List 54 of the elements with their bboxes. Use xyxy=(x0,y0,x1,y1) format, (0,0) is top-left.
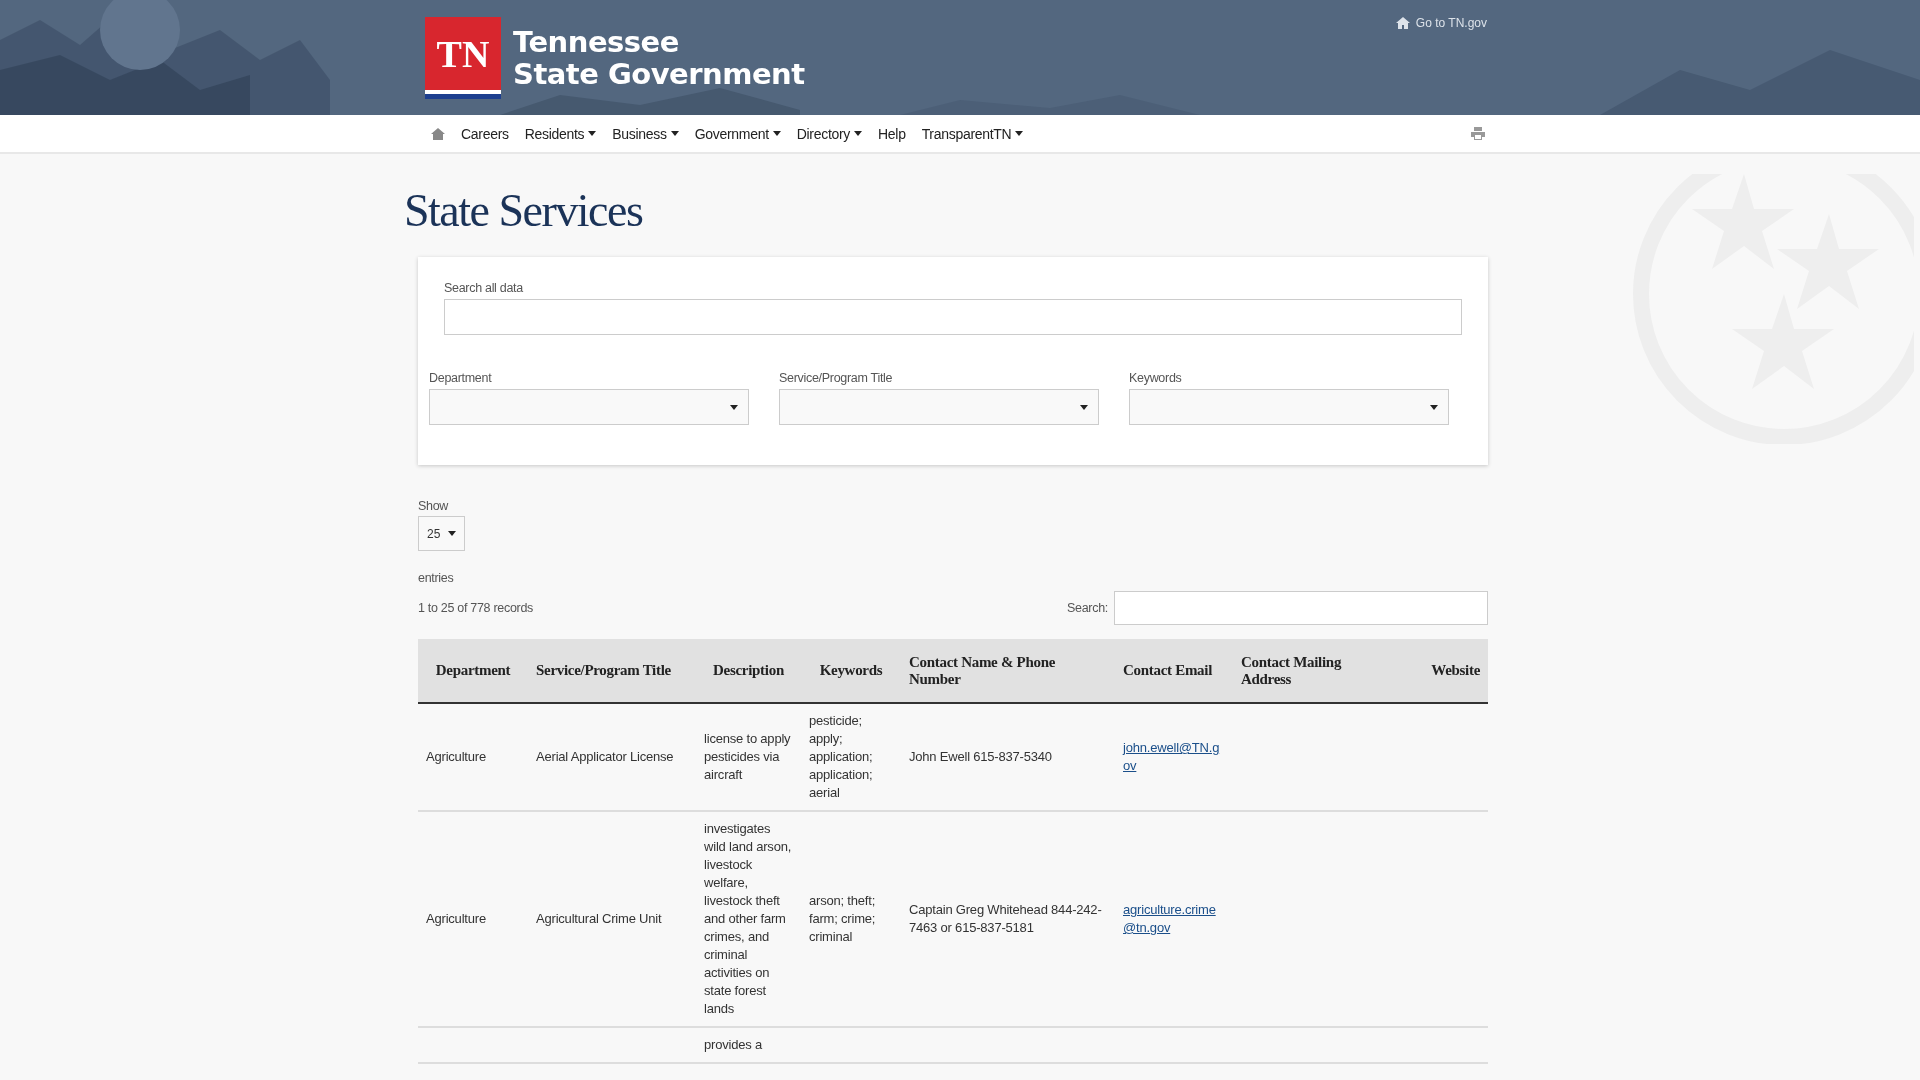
entries-label: entries xyxy=(418,571,455,585)
nav-item[interactable]: TransparentTN xyxy=(921,125,1024,142)
caret-icon xyxy=(1080,404,1088,410)
nav-item[interactable]: Government xyxy=(694,125,781,142)
dropdown[interactable] xyxy=(779,389,1099,425)
search-field[interactable] xyxy=(444,299,1462,335)
dropdown[interactable] xyxy=(429,389,749,425)
field-label: Keywords xyxy=(1129,371,1183,385)
table-cell: provides a xyxy=(696,1027,801,1063)
page-title: State Services xyxy=(404,184,644,237)
column-header[interactable]: Contact Mailing Address xyxy=(1233,639,1393,703)
table-cell: pesticide; apply; application; application; aerial xyxy=(801,703,901,811)
home-icon xyxy=(1395,17,1410,29)
table-search-field[interactable] xyxy=(1114,591,1488,625)
table-cell: investigates wild land arson, livestock welfare, livestock theft and other farm crimes, and criminal activities on state forest lands xyxy=(696,811,801,1027)
search-label: Search: xyxy=(1067,601,1108,615)
table-cell: Agriculture xyxy=(418,703,528,811)
home-icon[interactable] xyxy=(431,127,445,140)
table-cell: license to apply pesticides via aircraft xyxy=(696,703,801,811)
caret-icon xyxy=(1430,404,1438,410)
dropdown[interactable] xyxy=(1129,389,1449,425)
column-header[interactable]: Description xyxy=(696,639,801,703)
table-cell: Captain Greg Whitehead 844-242-7463 or 615-837-5181 xyxy=(901,811,1115,1027)
table-cell: arson; theft; farm; crime; criminal xyxy=(801,811,901,1027)
column-header[interactable]: Keywords xyxy=(801,639,901,703)
column-header[interactable]: Department xyxy=(418,639,528,703)
column-header[interactable]: Contact Email xyxy=(1115,639,1233,703)
nav-item[interactable]: Help xyxy=(878,125,906,142)
nav-item[interactable]: Directory xyxy=(796,125,863,142)
column-header[interactable]: Contact Name & Phone Number xyxy=(901,639,1115,703)
column-header[interactable]: Service/Program Title xyxy=(528,639,696,703)
field-label: Service/Program Title xyxy=(779,371,894,385)
print-icon[interactable] xyxy=(1471,127,1485,140)
caret-icon xyxy=(448,531,457,536)
field-label: Department xyxy=(429,371,493,385)
go-to-site-link[interactable]: Go to TN.gov xyxy=(1395,16,1487,30)
table-cell: Agricultural Crime Unit xyxy=(528,811,696,1027)
email-link[interactable]: agriculture.crime@tn.gov xyxy=(1123,901,1225,937)
email-link[interactable]: john.ewell@TN.gov xyxy=(1123,739,1225,775)
show-label: Show xyxy=(418,499,450,513)
page-size-dropdown[interactable]: 25 xyxy=(418,516,466,551)
column-header[interactable]: Website xyxy=(1393,639,1488,703)
table-cell: Agriculture xyxy=(418,811,528,1027)
record-count: 1 to 25 of 778 records xyxy=(418,601,533,615)
nav-item[interactable]: Careers xyxy=(461,125,509,142)
field-label: Search all data xyxy=(444,281,524,295)
caret-icon xyxy=(730,404,738,410)
logo-text: State Government xyxy=(513,58,805,90)
logo-text: Tennessee xyxy=(513,26,680,58)
nav-item[interactable]: Residents xyxy=(524,125,597,142)
table-cell: Aerial Applicator License xyxy=(528,703,696,811)
table-cell: John Ewell 615-837-5340 xyxy=(901,703,1115,811)
nav-item[interactable]: Business xyxy=(612,125,679,142)
logo-mark[interactable]: TN xyxy=(425,17,501,99)
